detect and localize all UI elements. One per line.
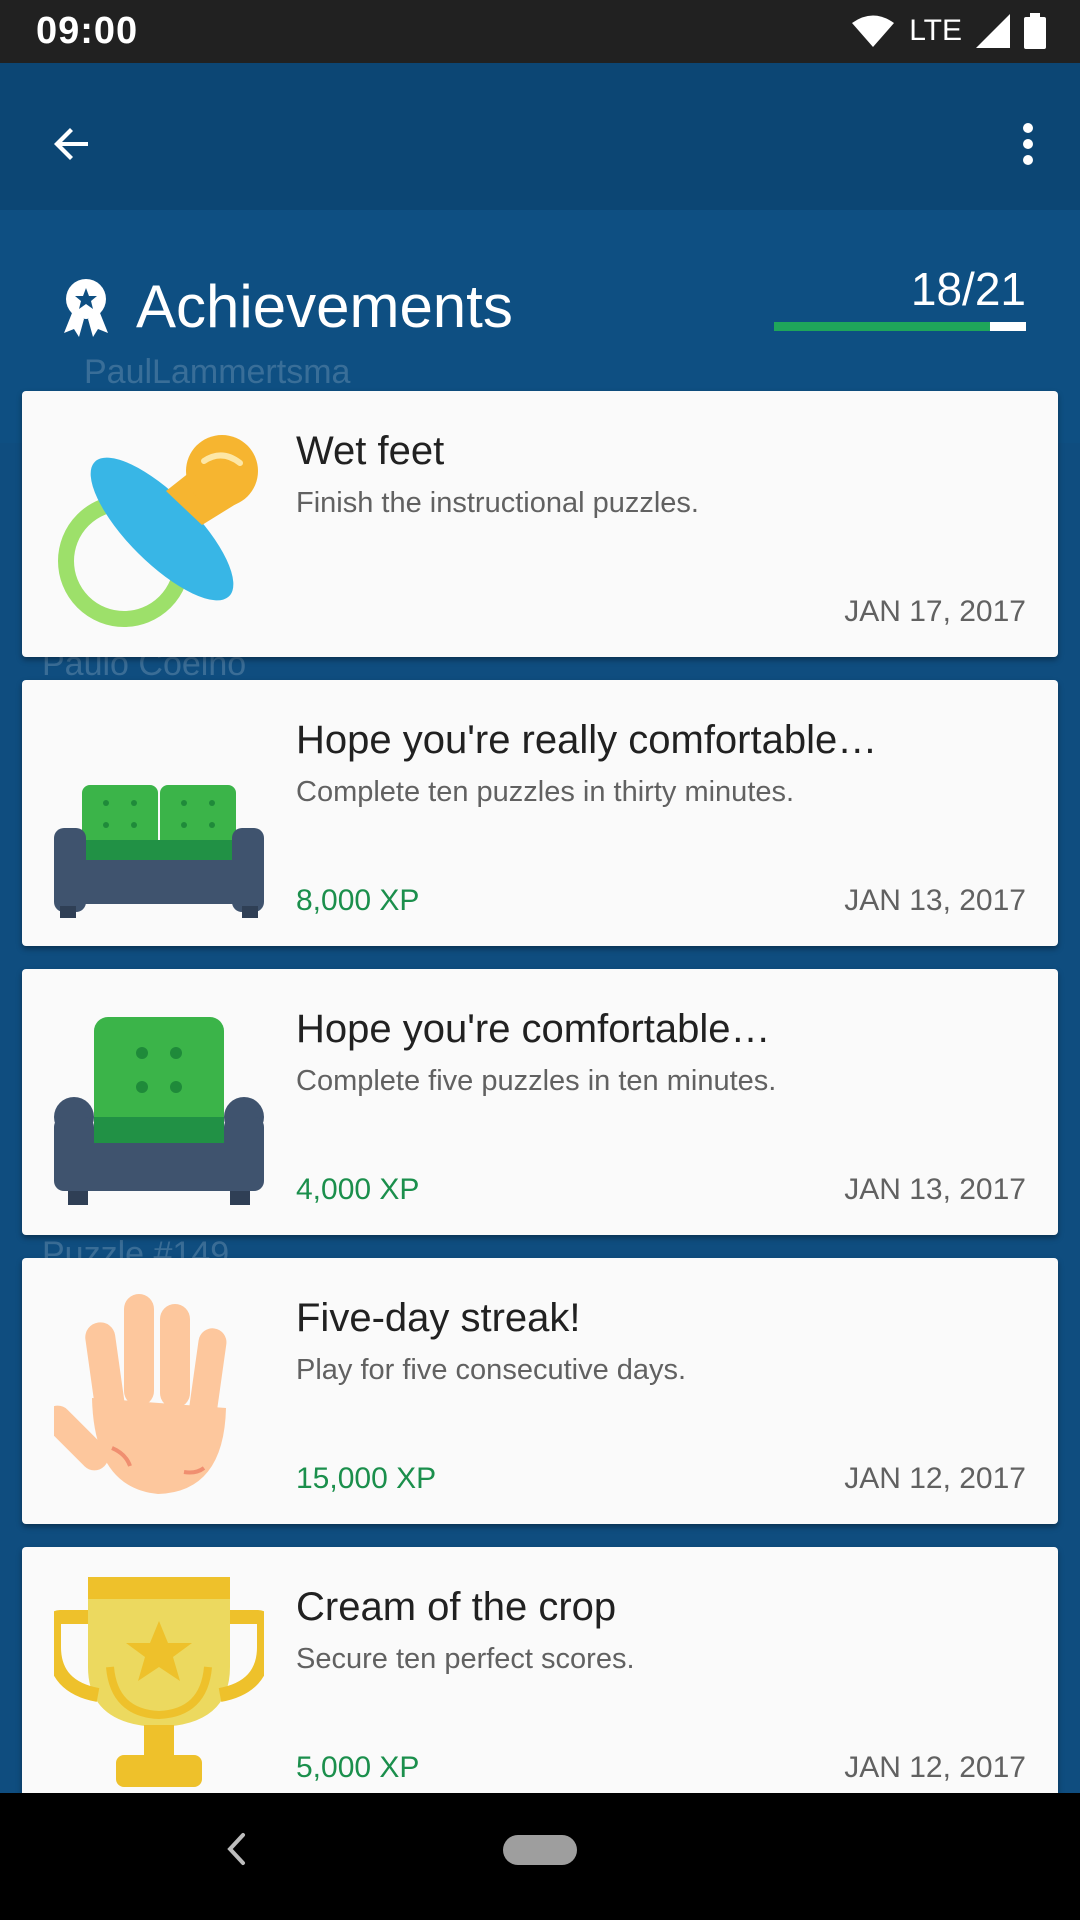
- achievement-date: JAN 13, 2017: [844, 1173, 1026, 1206]
- signal-icon: [976, 14, 1010, 48]
- achievement-description: Finish the instructional puzzles.: [296, 487, 699, 519]
- achievement-progress-bar: [774, 322, 1026, 331]
- achievement-title: Hope you're really comfortable…: [296, 718, 878, 762]
- more-options-button[interactable]: [992, 108, 1064, 180]
- achievement-date: JAN 12, 2017: [844, 1751, 1026, 1784]
- status-icons: LTE: [851, 11, 1046, 51]
- achievement-description: Secure ten perfect scores.: [296, 1643, 635, 1675]
- more-vert-icon: [1023, 123, 1033, 165]
- achievement-description: Complete ten puzzles in thirty minutes.: [296, 776, 795, 808]
- nav-home-button[interactable]: [503, 1835, 577, 1865]
- hand-icon: [54, 1294, 227, 1494]
- achievement-xp: 4,000 XP: [296, 1173, 420, 1206]
- achievement-date: JAN 12, 2017: [844, 1462, 1026, 1495]
- trophy-icon: [54, 1577, 264, 1787]
- award-ribbon-icon: [64, 278, 108, 337]
- achievement-title: Five-day streak!: [296, 1296, 581, 1340]
- page-title: Achievements: [136, 273, 513, 340]
- achievement-card[interactable]: Hope you're comfortable… Complete five p…: [22, 969, 1058, 1235]
- achievement-xp: 8,000 XP: [296, 884, 420, 917]
- armchair-icon: [54, 1017, 264, 1205]
- achievement-progress-fill: [774, 322, 990, 331]
- achievement-title: Wet feet: [296, 429, 445, 473]
- background-username: PaulLammertsma: [84, 353, 351, 391]
- back-button[interactable]: [36, 108, 108, 180]
- achievement-card[interactable]: Cream of the crop Secure ten perfect sco…: [22, 1547, 1058, 1813]
- achievement-card[interactable]: Wet feet Finish the instructional puzzle…: [22, 391, 1058, 657]
- nav-back-button[interactable]: [206, 1819, 266, 1879]
- achievement-date: JAN 13, 2017: [844, 884, 1026, 917]
- toolbar: [0, 63, 1080, 210]
- achievement-xp: 15,000 XP: [296, 1462, 437, 1495]
- network-type: LTE: [909, 14, 962, 47]
- achievement-description: Play for five consecutive days.: [296, 1354, 687, 1386]
- achievement-description: Complete five puzzles in ten minutes.: [296, 1065, 777, 1097]
- chevron-left-icon: [227, 1833, 245, 1865]
- achievement-title: Cream of the crop: [296, 1585, 617, 1629]
- achievement-count: 18/21: [910, 263, 1026, 315]
- achievement-card[interactable]: Hope you're really comfortable… Complete…: [22, 680, 1058, 946]
- navigation-bar: [0, 1793, 1080, 1920]
- status-bar: 09:00 LTE: [0, 0, 1080, 63]
- sofa-icon: [54, 785, 264, 918]
- achievement-xp: 5,000 XP: [296, 1751, 420, 1784]
- achievement-date: JAN 17, 2017: [844, 595, 1026, 628]
- arrow-back-icon: [54, 128, 88, 160]
- battery-icon: [1024, 13, 1046, 49]
- page-header: Achievements: [60, 272, 513, 341]
- achievement-title: Hope you're comfortable…: [296, 1007, 771, 1051]
- achievement-card[interactable]: Five-day streak! Play for five consecuti…: [22, 1258, 1058, 1524]
- pacifier-icon: [58, 435, 258, 627]
- status-time: 09:00: [36, 10, 139, 52]
- wifi-icon: [852, 15, 895, 47]
